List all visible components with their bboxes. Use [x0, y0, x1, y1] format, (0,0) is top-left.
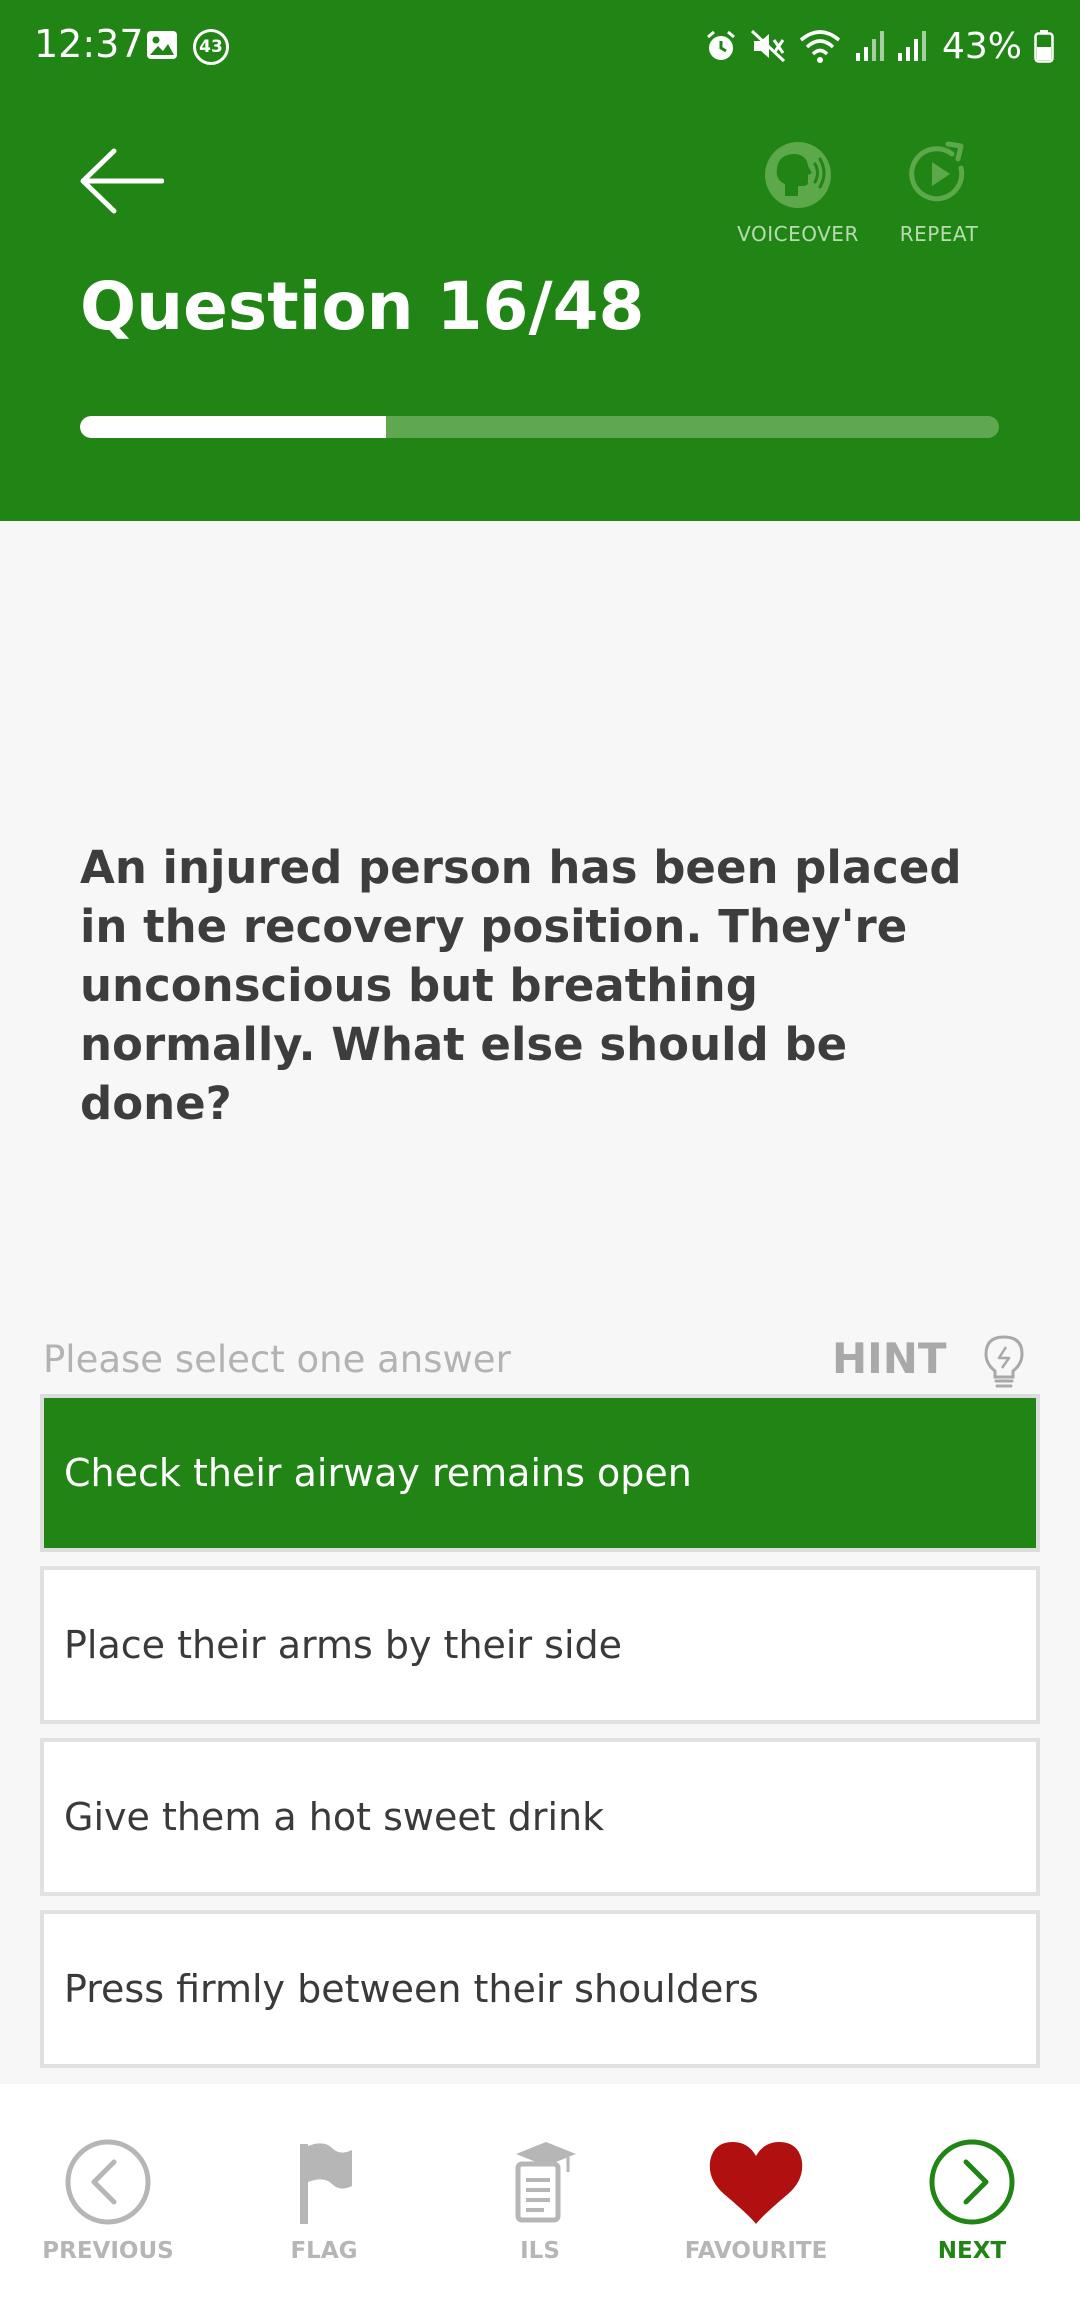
- status-bar: 12:37 43 43%: [0, 0, 1080, 92]
- quiz-progress-fill: [80, 416, 387, 438]
- header-bar: 12:37 43 43% VOICEOVER REPEAT Question 1…: [0, 0, 1080, 521]
- voiceover-icon: [765, 142, 831, 208]
- voiceover-label: VOICEOVER: [737, 222, 859, 246]
- question-text: An injured person has been placed in the…: [80, 841, 962, 1130]
- voiceover-button[interactable]: VOICEOVER: [728, 140, 868, 246]
- answer-option[interactable]: Give them a hot sweet drink: [40, 1738, 1040, 1896]
- heart-icon: [709, 2142, 803, 2224]
- lightbulb-hint-icon[interactable]: [982, 1334, 1026, 1390]
- notification-count-badge: 43: [193, 29, 229, 65]
- mute-icon: [750, 29, 786, 63]
- repeat-button[interactable]: REPEAT: [869, 140, 1009, 246]
- question-counter-title: Question 16/48: [80, 268, 645, 345]
- battery-percent: 43%: [941, 25, 1022, 67]
- gallery-notification-icon: [147, 31, 177, 59]
- next-label: NEXT: [937, 2238, 1007, 2264]
- signal-1-icon: [855, 31, 884, 61]
- ils-button[interactable]: ILS: [432, 2138, 648, 2264]
- wifi-icon: [799, 30, 841, 63]
- answer-option[interactable]: Press firmly between their shoulders: [40, 1910, 1040, 2068]
- chevron-right-circle-icon: [929, 2139, 1015, 2225]
- answer-list: Check their airway remains open Place th…: [40, 1394, 1040, 2082]
- answer-option[interactable]: Place their arms by their side: [40, 1566, 1040, 1724]
- status-time: 12:37: [34, 22, 144, 66]
- answer-option-label: Give them a hot sweet drink: [64, 1795, 605, 1839]
- previous-button[interactable]: PREVIOUS: [0, 2138, 216, 2264]
- flag-icon: [300, 2143, 352, 2224]
- select-answer-prompt: Please select one answer: [43, 1338, 511, 1381]
- previous-label: PREVIOUS: [42, 2238, 174, 2264]
- alarm-icon: [707, 30, 735, 60]
- ils-label: ILS: [520, 2238, 560, 2264]
- bottom-navigation: PREVIOUS FLAG ILS FAVOURITE NEXT: [0, 2084, 1080, 2316]
- chevron-left-circle-icon: [65, 2139, 151, 2225]
- signal-2-icon: [897, 31, 926, 61]
- flag-label: FLAG: [290, 2238, 358, 2264]
- quiz-progress-bar: [80, 416, 999, 438]
- back-arrow-icon[interactable]: [78, 146, 164, 216]
- repeat-label: REPEAT: [899, 222, 979, 246]
- answer-option[interactable]: Check their airway remains open: [40, 1394, 1040, 1552]
- status-icons: 43%: [704, 24, 1054, 68]
- flag-button[interactable]: FLAG: [216, 2138, 432, 2264]
- answer-option-label: Place their arms by their side: [64, 1623, 623, 1667]
- favourite-label: FAVOURITE: [684, 2238, 828, 2264]
- answer-option-label: Press firmly between their shoulders: [64, 1967, 759, 2011]
- battery-icon: [1034, 30, 1054, 63]
- hint-button[interactable]: HINT: [832, 1334, 947, 1383]
- answer-option-label: Check their airway remains open: [64, 1451, 692, 1495]
- repeat-icon: [909, 141, 965, 202]
- next-button[interactable]: NEXT: [864, 2138, 1080, 2264]
- ils-document-icon: [515, 2142, 576, 2223]
- favourite-button[interactable]: FAVOURITE: [648, 2138, 864, 2264]
